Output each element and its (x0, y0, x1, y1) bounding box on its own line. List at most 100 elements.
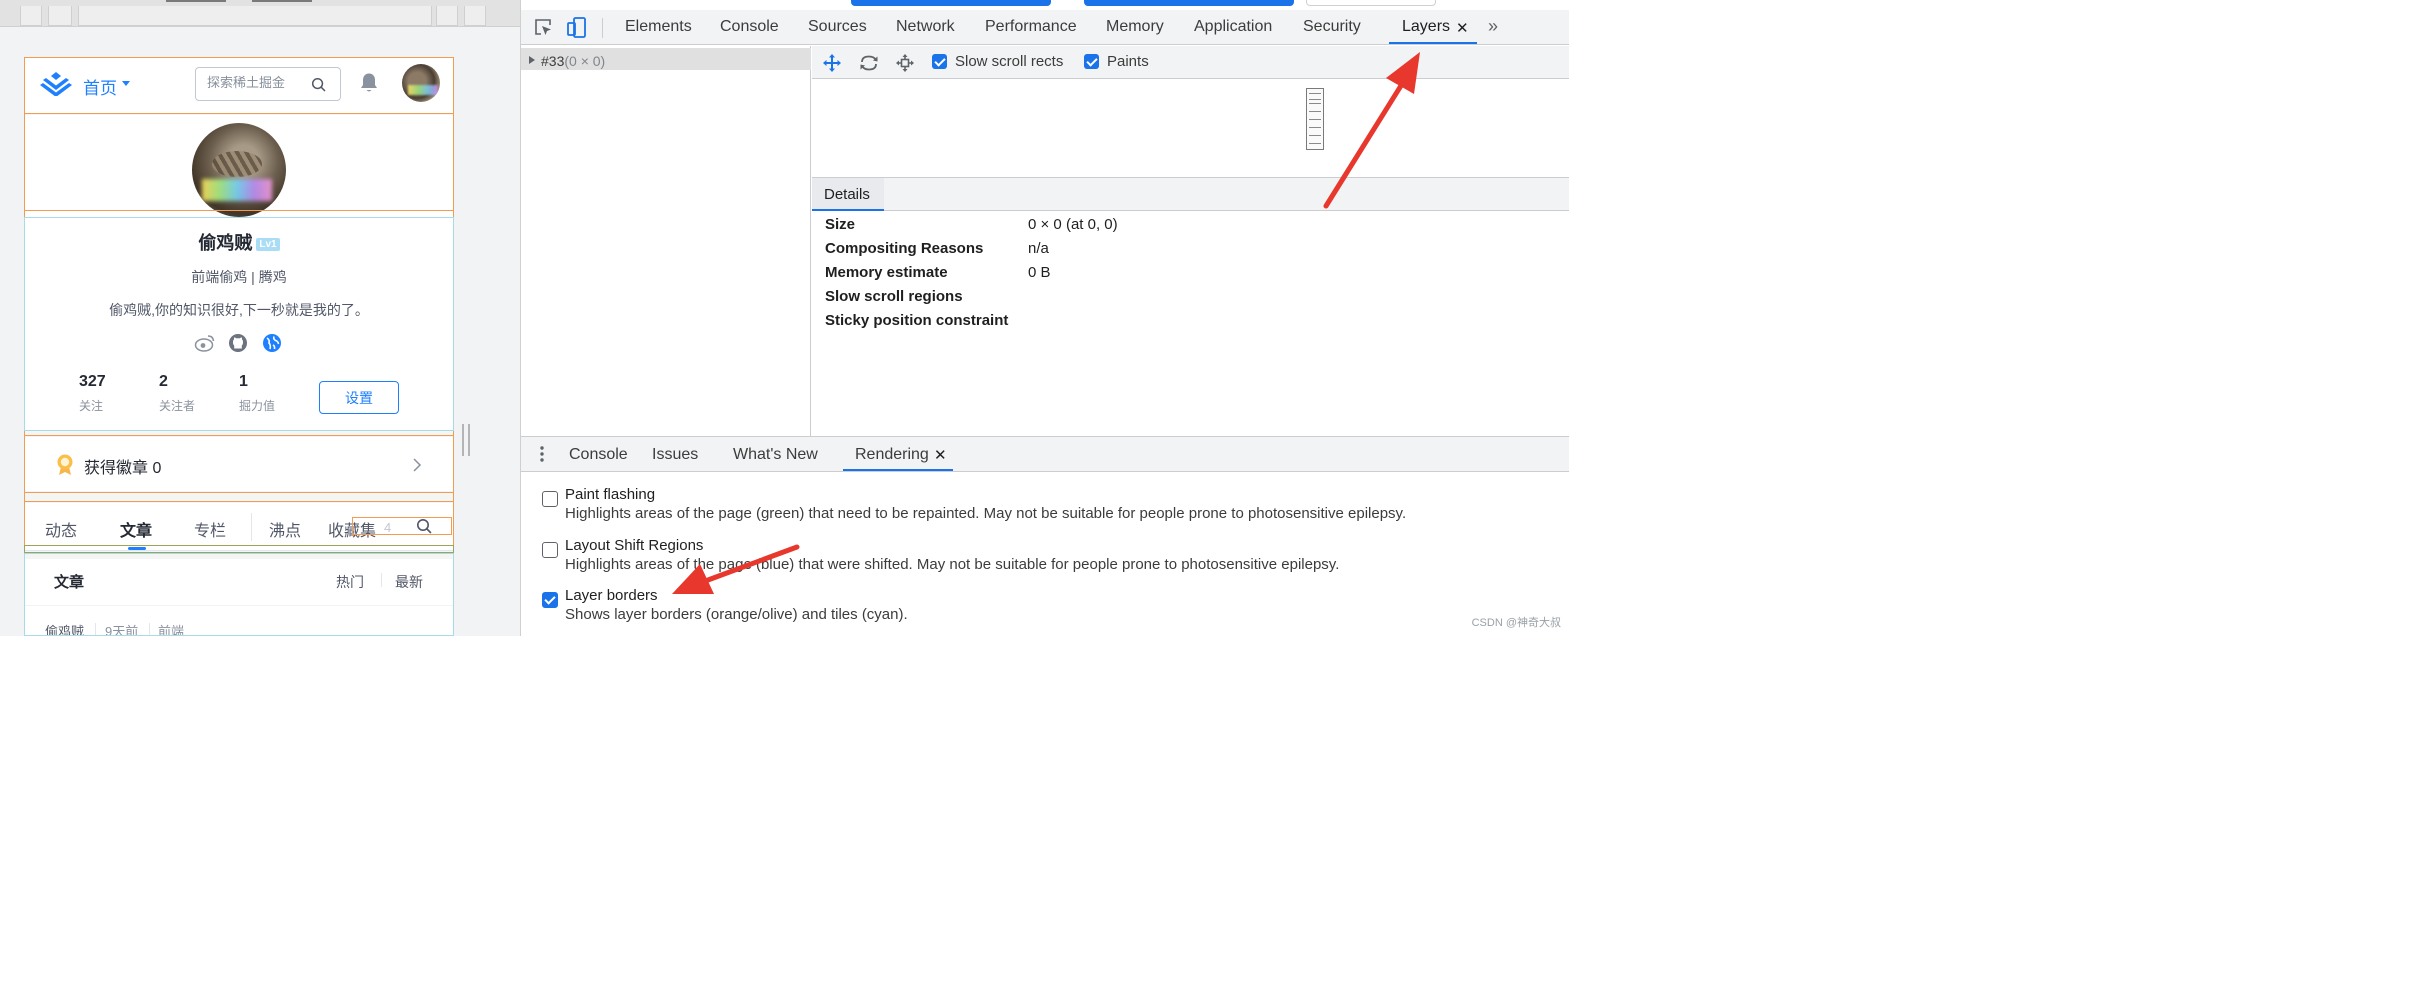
tab-activity[interactable]: 动态 (45, 517, 77, 541)
option-paint-flashing[interactable]: Paint flashing Highlights areas of the p… (521, 486, 1569, 530)
tab-application[interactable]: Application (1194, 18, 1272, 36)
detail-key: Sticky position constraint (825, 312, 1009, 329)
layer-borders-checkbox[interactable] (542, 592, 558, 608)
detail-key: Compositing Reasons (825, 240, 984, 257)
chevron-double-right-icon[interactable]: » (1488, 16, 1498, 37)
active-tab-indicator (128, 547, 146, 550)
layer-tree-row[interactable]: #33(0 × 0) (521, 48, 811, 70)
article-author[interactable]: 偷鸡贼 (45, 621, 84, 636)
tab-pins[interactable]: 沸点 (269, 517, 301, 541)
tab-columns[interactable]: 专栏 (194, 517, 226, 541)
layer-node-dims: (0 × 0) (564, 53, 606, 69)
resize-handle[interactable] (462, 424, 470, 456)
chevron-right-icon[interactable] (412, 457, 422, 473)
detail-value: 0 × 0 (at 0, 0) (1028, 216, 1118, 233)
rotate-icon[interactable] (858, 53, 880, 73)
details-row: Memory estimate 0 B (812, 264, 1569, 286)
tab-sources[interactable]: Sources (808, 18, 867, 36)
sort-hot[interactable]: 热门 (336, 572, 364, 592)
tab-divider (251, 513, 252, 541)
layout-shift-regions-checkbox[interactable] (542, 542, 558, 558)
details-row: Size 0 × 0 (at 0, 0) (812, 216, 1569, 238)
tab-performance[interactable]: Performance (985, 18, 1077, 36)
drawer-tab-whats-new[interactable]: What's New (733, 446, 818, 464)
paints-label[interactable]: Paints (1107, 53, 1149, 70)
expand-triangle-icon[interactable] (529, 56, 535, 64)
settings-button[interactable]: 设置 (319, 381, 399, 414)
sort-new[interactable]: 最新 (395, 572, 423, 592)
option-description: Highlights areas of the page (blue) that… (565, 556, 1340, 573)
stat-value: 327 (79, 373, 106, 390)
stat-value: 1 (239, 373, 248, 390)
tab-collections[interactable]: 收藏集 (328, 517, 376, 541)
stat-following[interactable]: 327 关注 (79, 373, 106, 414)
reset-transform-icon[interactable] (895, 53, 915, 73)
medal-icon (56, 454, 74, 476)
level-badge: Lv1 (256, 238, 280, 251)
more-options-icon[interactable] (540, 446, 544, 462)
drawer-tab-rendering[interactable]: Rendering (855, 446, 929, 464)
home-menu[interactable]: 首页 (83, 74, 117, 99)
watermark: CSDN @神奇大叔 (1471, 617, 1561, 629)
article-tag[interactable]: 前端 (158, 621, 184, 636)
avatar[interactable] (402, 64, 440, 102)
inspect-element-icon[interactable] (533, 17, 553, 37)
name-row: 偷鸡贼 Lv1 (24, 229, 454, 255)
option-title[interactable]: Paint flashing (565, 486, 655, 503)
notification-bell-icon[interactable] (359, 72, 379, 94)
tab-layers[interactable]: Layers (1402, 18, 1450, 36)
close-tab-icon[interactable]: ✕ (934, 446, 947, 464)
sort-divider (381, 573, 382, 587)
device-toggle-icon[interactable] (567, 17, 587, 39)
weibo-icon[interactable] (194, 333, 216, 353)
tab-console[interactable]: Console (720, 18, 779, 36)
tab-details[interactable]: Details (812, 178, 884, 211)
option-title[interactable]: Layer borders (565, 587, 658, 604)
device-toolbar-strip (0, 0, 520, 27)
top-nav: 首页 (24, 57, 454, 113)
close-tab-icon[interactable]: ✕ (1456, 19, 1469, 37)
devtools-drawer: Console Issues What's New Rendering ✕ Pa… (521, 436, 1569, 636)
browser-tab-highlight (851, 0, 1051, 6)
detail-key: Memory estimate (825, 264, 948, 281)
search-icon[interactable] (311, 77, 326, 92)
option-description: Highlights areas of the page (green) tha… (565, 505, 1407, 522)
collection-count: 4 (384, 520, 392, 535)
tab-articles[interactable]: 文章 (120, 517, 152, 541)
tab-security[interactable]: Security (1303, 18, 1361, 36)
profile-avatar (192, 123, 286, 217)
slow-scroll-rects-label[interactable]: Slow scroll rects (955, 53, 1063, 70)
article-list-title: 文章 (54, 574, 85, 591)
search-input[interactable] (207, 75, 303, 90)
tab-network[interactable]: Network (896, 18, 955, 36)
browser-tab-outline (1306, 0, 1436, 6)
layers-3d-canvas[interactable] (812, 80, 1569, 176)
option-title[interactable]: Layout Shift Regions (565, 537, 703, 554)
stat-power[interactable]: 1 掘力值 (239, 373, 275, 414)
paint-flashing-checkbox[interactable] (542, 491, 558, 507)
profile-tabs: 动态 文章 专栏 沸点 收藏集 4 (24, 503, 454, 551)
tab-elements[interactable]: Elements (625, 18, 692, 36)
pan-icon[interactable] (822, 53, 842, 73)
search-icon[interactable] (416, 518, 432, 534)
active-tab-indicator (1389, 42, 1477, 44)
caret-down-icon[interactable] (122, 81, 130, 86)
detail-value: n/a (1028, 240, 1049, 257)
detail-key: Size (825, 216, 856, 233)
paints-checkbox[interactable] (1084, 54, 1099, 69)
drawer-tab-console[interactable]: Console (569, 446, 628, 464)
drawer-tabbar: Console Issues What's New Rendering ✕ (521, 437, 1569, 472)
github-icon[interactable] (228, 333, 248, 353)
juejin-logo-icon[interactable] (40, 70, 72, 96)
meta-divider (149, 623, 150, 635)
drawer-tab-issues[interactable]: Issues (652, 446, 698, 464)
option-layout-shift-regions[interactable]: Layout Shift Regions Highlights areas of… (521, 537, 1569, 581)
search-box[interactable] (195, 67, 341, 101)
job-title: 前端偷鸡 | 腾鸡 (191, 269, 287, 285)
stat-followers[interactable]: 2 关注者 (159, 373, 195, 414)
website-icon[interactable] (262, 333, 282, 353)
tab-memory[interactable]: Memory (1106, 18, 1164, 36)
option-layer-borders[interactable]: Layer borders Shows layer borders (orang… (521, 587, 1569, 631)
badge-row[interactable]: 获得徽章 0 (24, 437, 454, 491)
slow-scroll-rects-checkbox[interactable] (932, 54, 947, 69)
